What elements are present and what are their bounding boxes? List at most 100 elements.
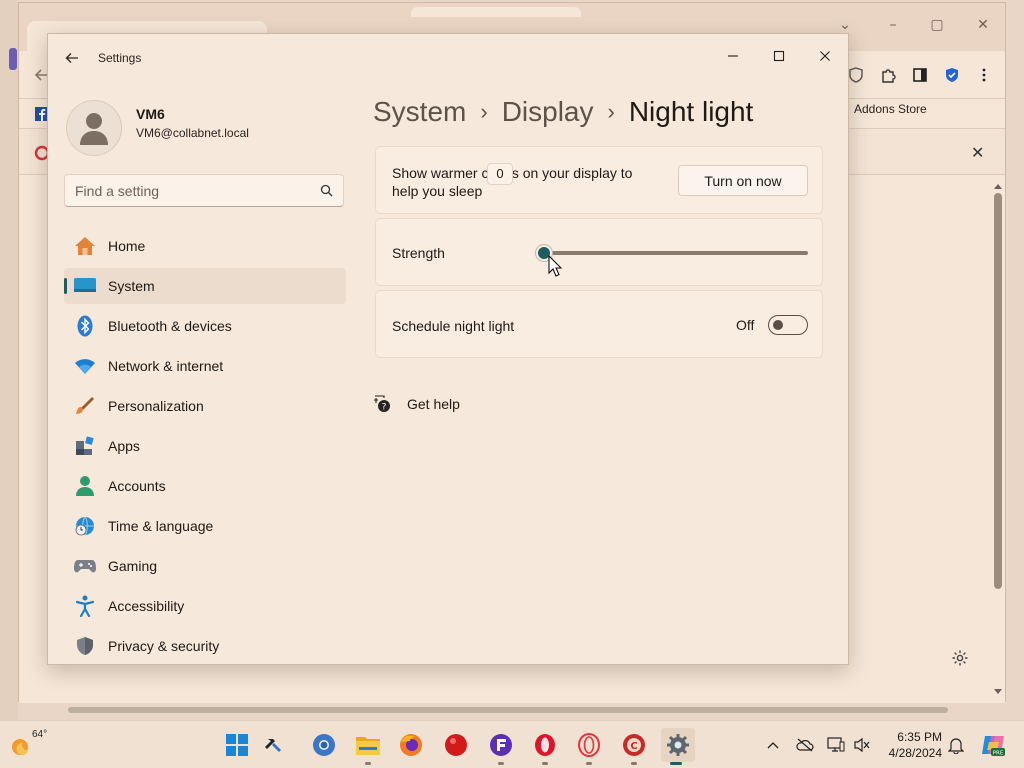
opera-icon[interactable] — [530, 730, 560, 760]
strength-slider[interactable] — [536, 245, 808, 261]
firefox-icon[interactable] — [396, 730, 426, 760]
slider-track[interactable] — [542, 251, 808, 255]
volume-muted-icon[interactable] — [852, 735, 872, 755]
sidebar-item-gaming[interactable]: Gaming — [64, 548, 346, 584]
get-help-label: Get help — [407, 396, 460, 412]
maximize-icon — [773, 50, 785, 62]
sidebar-item-accessibility[interactable]: Accessibility — [64, 588, 346, 624]
profile-name: VM6 — [136, 106, 165, 122]
running-indicator — [631, 762, 637, 765]
schedule-label: Schedule night light — [392, 318, 515, 334]
slider-value-tooltip: 0 — [487, 163, 513, 185]
scrollbar-thumb[interactable] — [68, 707, 948, 713]
search-icon[interactable] — [320, 184, 333, 197]
sidebar-toggle-icon[interactable] — [909, 64, 931, 86]
sidebar-item-home[interactable]: Home — [64, 228, 346, 264]
maximize-icon[interactable]: ▢ — [925, 13, 949, 37]
sidebar-item-label: Network & internet — [108, 358, 224, 374]
sidebar-item-apps[interactable]: Apps — [64, 428, 346, 464]
wifi-icon — [74, 355, 96, 377]
edge-app-marker — [9, 48, 17, 70]
hammer-icon[interactable] — [259, 730, 289, 760]
sidebar-item-label: Accounts — [108, 478, 166, 494]
opera-gx-icon[interactable] — [574, 730, 604, 760]
back-button[interactable] — [60, 46, 84, 70]
search-input[interactable] — [75, 181, 305, 201]
browser-tab[interactable] — [411, 7, 581, 17]
weather-widget[interactable]: 64° — [8, 727, 56, 763]
globe-clock-icon — [74, 515, 96, 537]
puzzle-extensions-icon[interactable] — [877, 64, 899, 86]
avatar — [66, 100, 122, 156]
chevron-right-icon: › — [480, 99, 488, 124]
sidebar-item-label: Apps — [108, 438, 140, 454]
get-help-link[interactable]: ? Get help — [373, 392, 460, 416]
page-title: Night light — [628, 96, 754, 127]
info-bar-close-icon[interactable]: ✕ — [971, 143, 984, 162]
minimize-icon[interactable]: – — [881, 13, 905, 37]
sidebar-nav: Home System Bluetooth & devices Network … — [64, 228, 346, 664]
running-indicator — [498, 762, 504, 765]
gamepad-icon — [74, 555, 96, 577]
security-shield-icon[interactable] — [941, 64, 963, 86]
sidebar-item-bluetooth[interactable]: Bluetooth & devices — [64, 308, 346, 344]
vertical-scrollbar[interactable] — [991, 181, 1005, 701]
chrome-icon[interactable] — [309, 730, 339, 760]
breadcrumb-system[interactable]: System — [373, 96, 466, 128]
sidebar-item-label: Time & language — [108, 518, 214, 534]
copilot-icon[interactable]: PRE — [980, 732, 1006, 758]
settings-gear-icon[interactable] — [661, 728, 695, 762]
accounts-icon — [74, 475, 96, 497]
turn-on-now-button[interactable]: Turn on now — [678, 165, 808, 196]
sidebar-item-privacy[interactable]: Privacy & security — [64, 628, 346, 664]
scrollbar-thumb[interactable] — [994, 193, 1002, 589]
schedule-toggle[interactable] — [768, 315, 808, 335]
sidebar-item-system[interactable]: System — [64, 268, 346, 304]
app-title: Settings — [98, 51, 142, 65]
file-explorer-icon[interactable] — [353, 730, 383, 760]
red-circle-app-icon[interactable] — [441, 730, 471, 760]
notification-bell-icon[interactable] — [946, 735, 966, 755]
weather-temperature: 64° — [32, 729, 48, 740]
title-bar: Settings — [48, 34, 848, 82]
sidebar-item-label: Personalization — [108, 398, 204, 414]
clock-time: 6:35 PM — [897, 730, 942, 744]
page-settings-gear-icon[interactable] — [945, 643, 975, 673]
system-clock[interactable]: 6:35 PM 4/28/2024 — [880, 729, 942, 761]
cloud-offline-icon[interactable] — [795, 735, 815, 755]
breadcrumb-display[interactable]: Display — [502, 96, 594, 128]
svg-text:PRE: PRE — [993, 751, 1004, 757]
chevron-up-icon[interactable] — [763, 735, 783, 755]
windows-start-icon[interactable] — [222, 730, 252, 760]
maximize-button[interactable] — [756, 40, 802, 72]
close-icon[interactable]: ✕ — [971, 13, 995, 37]
brush-icon — [74, 395, 96, 417]
sidebar-item-network[interactable]: Network & internet — [64, 348, 346, 384]
sidebar-item-personalization[interactable]: Personalization — [64, 388, 346, 424]
addons-store-link[interactable]: Addons Store — [854, 102, 927, 116]
home-icon — [74, 235, 96, 257]
toggle-state-label: Off — [736, 317, 755, 333]
sidebar-item-time-language[interactable]: Time & language — [64, 508, 346, 544]
f-app-icon[interactable] — [486, 730, 516, 760]
toggle-knob — [773, 320, 783, 330]
close-button[interactable] — [802, 40, 848, 72]
strength-label: Strength — [392, 245, 445, 261]
network-monitor-icon[interactable] — [826, 735, 846, 755]
minimize-button[interactable] — [710, 40, 756, 72]
running-indicator — [586, 762, 592, 765]
more-menu-icon[interactable] — [973, 64, 995, 86]
sidebar-item-label: Bluetooth & devices — [108, 318, 232, 334]
profile-email: VM6@collabnet.local — [136, 126, 249, 140]
cc-app-icon[interactable]: C — [619, 730, 649, 760]
horizontal-scrollbar[interactable] — [60, 705, 950, 715]
user-profile[interactable]: VM6 VM6@collabnet.local — [64, 98, 354, 158]
sidebar-item-label: Gaming — [108, 558, 158, 574]
sidebar-item-label: System — [108, 278, 155, 294]
sidebar-item-label: Privacy & security — [108, 638, 220, 654]
user-icon — [80, 113, 108, 145]
sidebar-item-accounts[interactable]: Accounts — [64, 468, 346, 504]
help-chat-icon: ? — [374, 395, 390, 413]
chevron-right-icon: › — [607, 99, 615, 124]
bluetooth-icon — [74, 315, 96, 337]
